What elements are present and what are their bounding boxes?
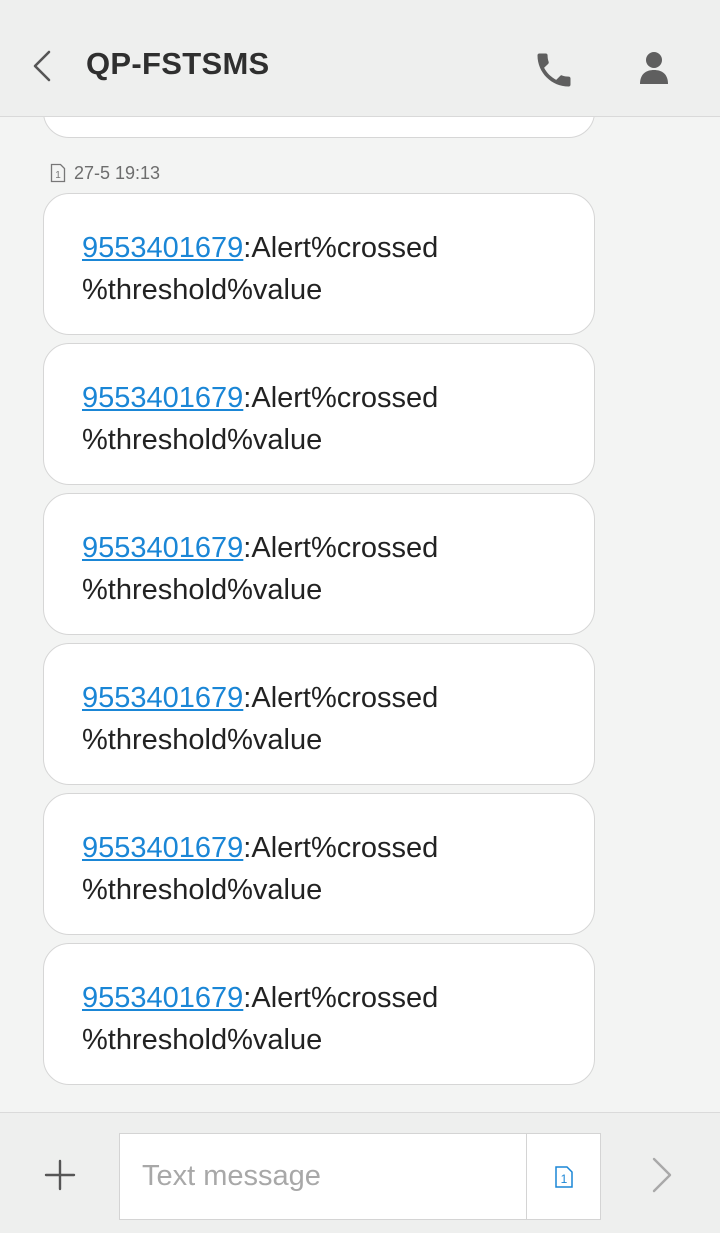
sender-number-link[interactable]: 9553401679 bbox=[82, 682, 243, 714]
message-bubble[interactable]: 9553401679:Alert%crossed %threshold%valu… bbox=[43, 193, 595, 335]
message-bubble[interactable]: 9553401679:Alert%crossed %threshold%valu… bbox=[43, 343, 595, 485]
person-icon bbox=[640, 52, 668, 84]
back-button[interactable] bbox=[24, 44, 64, 88]
sender-number-link[interactable]: 9553401679 bbox=[82, 382, 243, 414]
message-text-line1: :Alert%crossed bbox=[243, 232, 439, 264]
chevron-left-icon bbox=[33, 50, 51, 82]
message-thread[interactable]: 1 27-5 19:13 9553401679:Alert%crossed %t… bbox=[0, 117, 720, 1112]
text-message-input[interactable] bbox=[120, 1134, 526, 1219]
message-text-line2: %threshold%value bbox=[82, 274, 323, 306]
message-bubble[interactable]: 9553401679:Alert%crossed %threshold%valu… bbox=[43, 643, 595, 785]
message-text-line1: :Alert%crossed bbox=[243, 532, 439, 564]
message-text-line2: %threshold%value bbox=[82, 724, 323, 756]
message-text-line1: :Alert%crossed bbox=[243, 982, 439, 1014]
conversation-title: QP-FSTSMS bbox=[86, 46, 270, 81]
message-input-box: 1 bbox=[119, 1133, 601, 1220]
sim-slot-number: 1 bbox=[561, 1172, 568, 1186]
message-bubble[interactable]: 9553401679:Alert%crossed %threshold%valu… bbox=[43, 943, 595, 1085]
sender-number-link[interactable]: 9553401679 bbox=[82, 832, 243, 864]
message-composer: 1 bbox=[0, 1112, 720, 1233]
message-text-line1: :Alert%crossed bbox=[243, 682, 439, 714]
add-attachment-button[interactable] bbox=[40, 1155, 80, 1195]
message-text-line2: %threshold%value bbox=[82, 1024, 323, 1056]
plus-icon bbox=[44, 1159, 76, 1191]
contact-button[interactable] bbox=[632, 46, 676, 90]
previous-message-bubble[interactable] bbox=[43, 117, 595, 138]
sender-number-link[interactable]: 9553401679 bbox=[82, 982, 243, 1014]
message-text-line2: %threshold%value bbox=[82, 574, 323, 606]
call-button[interactable] bbox=[532, 48, 576, 92]
sender-number-link[interactable]: 9553401679 bbox=[82, 532, 243, 564]
send-button[interactable] bbox=[644, 1155, 678, 1195]
phone-icon bbox=[537, 53, 571, 87]
message-text-line2: %threshold%value bbox=[82, 874, 323, 906]
message-bubble[interactable]: 9553401679:Alert%crossed %threshold%valu… bbox=[43, 793, 595, 935]
message-text-line1: :Alert%crossed bbox=[243, 382, 439, 414]
app-header: QP-FSTSMS bbox=[0, 0, 720, 117]
chevron-right-icon bbox=[652, 1157, 672, 1193]
sim-slot-number: 1 bbox=[55, 170, 61, 181]
message-timestamp: 1 27-5 19:13 bbox=[50, 162, 160, 184]
timestamp-text: 27-5 19:13 bbox=[74, 162, 161, 183]
sim-card-icon: 1 bbox=[50, 163, 66, 183]
message-bubble[interactable]: 9553401679:Alert%crossed %threshold%valu… bbox=[43, 493, 595, 635]
message-text-line2: %threshold%value bbox=[82, 424, 323, 456]
sim-card-icon: 1 bbox=[555, 1166, 573, 1188]
sender-number-link[interactable]: 9553401679 bbox=[82, 232, 243, 264]
message-text-line1: :Alert%crossed bbox=[243, 832, 439, 864]
sim-select-button[interactable]: 1 bbox=[526, 1134, 600, 1219]
